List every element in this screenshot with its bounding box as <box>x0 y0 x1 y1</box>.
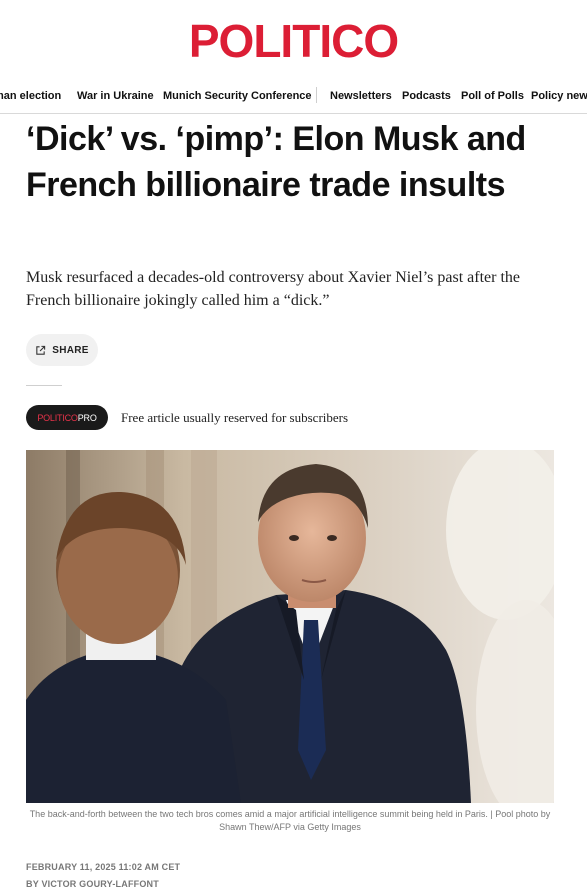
nav-item-poll-of-polls[interactable]: Poll of Polls <box>461 90 524 102</box>
article-date: FEBRUARY 11, 2025 11:02 AM CET <box>26 862 181 872</box>
section-divider <box>26 385 62 386</box>
article-headline: ‘Dick’ vs. ‘pimp’: Elon Musk and French … <box>26 120 526 204</box>
share-label: SHARE <box>52 344 89 356</box>
nav-item-war-in-ukraine[interactable]: War in Ukraine <box>77 90 154 102</box>
nav-item-munich-security-conference[interactable]: Munich Security Conference <box>163 90 312 102</box>
politico-logo[interactable]: POLITICO <box>0 14 587 68</box>
share-button[interactable]: SHARE <box>26 334 98 366</box>
article-dek: Musk resurfaced a decades-old controvers… <box>26 269 521 309</box>
pro-badge-brand: POLITICO <box>37 412 78 423</box>
nav-item-election[interactable]: man election <box>0 90 61 102</box>
nav-item-newsletters[interactable]: Newsletters <box>330 90 392 102</box>
pro-notice: Free article usually reserved for subscr… <box>121 410 349 425</box>
logo-text: POLITICO <box>188 15 399 67</box>
article-photo-illustration <box>26 450 554 803</box>
nav-item-policy-news[interactable]: Policy news <box>531 90 587 102</box>
photo-caption: The back-and-forth between the two tech … <box>29 809 551 832</box>
politico-pro-badge[interactable]: POLITICO PRO <box>26 405 108 430</box>
article-byline[interactable]: BY VICTOR GOURY-LAFFONT <box>26 879 159 889</box>
top-nav: man election War in Ukraine Munich Secur… <box>0 84 587 110</box>
share-icon <box>36 345 46 355</box>
nav-divider-line <box>0 113 587 114</box>
article-photo <box>26 450 554 803</box>
nav-divider <box>316 87 317 103</box>
pro-badge-pro: PRO <box>77 412 97 423</box>
nav-item-podcasts[interactable]: Podcasts <box>402 90 451 102</box>
